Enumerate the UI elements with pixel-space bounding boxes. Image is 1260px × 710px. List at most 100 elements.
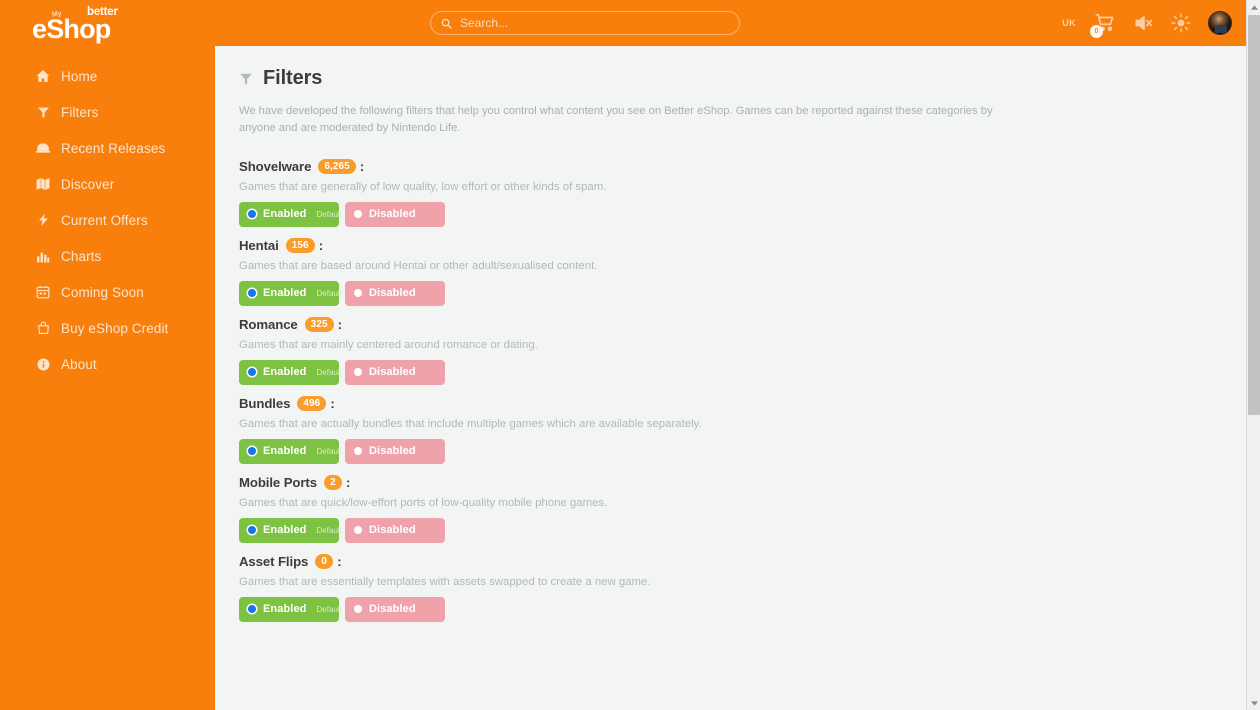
radio-icon bbox=[354, 526, 362, 534]
filter-disabled-button-romance[interactable]: Disabled bbox=[345, 360, 445, 385]
filter-colon: : bbox=[360, 159, 364, 174]
sidebar-item-label: Home bbox=[61, 69, 97, 84]
delivery-box-icon bbox=[36, 141, 50, 155]
scrollbar-thumb[interactable] bbox=[1248, 15, 1260, 415]
radio-icon bbox=[354, 368, 362, 376]
search-input[interactable]: Search... bbox=[430, 11, 740, 35]
filter-disabled-button-asset-flips[interactable]: Disabled bbox=[345, 597, 445, 622]
filter-colon: : bbox=[319, 238, 323, 253]
filter-count-badge: 156 bbox=[286, 238, 315, 253]
radio-icon bbox=[354, 605, 362, 613]
filter-disabled-button-shovelware[interactable]: Disabled bbox=[345, 202, 445, 227]
cart-count-badge: 0 bbox=[1090, 25, 1103, 38]
filter-count-badge: 0 bbox=[315, 554, 333, 569]
info-circle-icon bbox=[36, 357, 50, 371]
sidebar-item-buy-eshop-credit[interactable]: Buy eShop Credit bbox=[0, 310, 215, 346]
sidebar-item-filters[interactable]: Filters bbox=[0, 94, 215, 130]
filter-enabled-button-bundles[interactable]: EnabledDefault bbox=[239, 439, 339, 464]
filter-options: EnabledDefaultDisabled bbox=[239, 281, 1246, 306]
filter-block-hentai: Hentai 156: Games that are based around He… bbox=[239, 238, 1246, 317]
enabled-label: Enabled bbox=[263, 366, 307, 378]
filter-enabled-button-mobile-ports[interactable]: EnabledDefault bbox=[239, 518, 339, 543]
filter-block-romance: Romance325:Games that are mainly centere… bbox=[239, 317, 1246, 396]
sidebar-nav: Home FiltersRecent ReleasesDiscover Curren… bbox=[0, 58, 215, 382]
map-icon bbox=[36, 177, 50, 191]
volume-mute-icon[interactable] bbox=[1134, 14, 1154, 32]
filter-disabled-button-bundles[interactable]: Disabled bbox=[345, 439, 445, 464]
enabled-label: Enabled bbox=[263, 208, 307, 220]
filter-count-badge: 496 bbox=[297, 396, 326, 411]
search-icon bbox=[441, 18, 452, 29]
filter-name: Hentai bbox=[239, 238, 279, 253]
sidebar-item-label: Buy eShop Credit bbox=[61, 321, 168, 336]
sidebar-item-label: About bbox=[61, 357, 97, 372]
filter-description: Games that are based around Hentai or ot… bbox=[239, 260, 1246, 272]
region-selector[interactable]: UK bbox=[1062, 18, 1076, 28]
sidebar-item-charts[interactable]: Charts bbox=[0, 238, 215, 274]
filter-disabled-button-mobile-ports[interactable]: Disabled bbox=[345, 518, 445, 543]
disabled-label: Disabled bbox=[369, 208, 416, 220]
sidebar-item-label: Charts bbox=[61, 249, 101, 264]
filter-options: Enabled DefaultDisabled bbox=[239, 360, 1246, 385]
filter-block-bundles: Bundles496:Games that are actually bundl… bbox=[239, 396, 1246, 475]
filter-heading: Asset Flips0: bbox=[239, 554, 1246, 569]
default-label: Default bbox=[317, 289, 342, 298]
filter-disabled-button-hentai[interactable]: Disabled bbox=[345, 281, 445, 306]
radio-icon bbox=[248, 368, 256, 376]
home-icon bbox=[36, 69, 50, 83]
shopping-cart-button[interactable]: 0 bbox=[1093, 12, 1117, 34]
sun-brightness-icon[interactable] bbox=[1171, 13, 1191, 33]
filter-enabled-button-asset-flips[interactable]: EnabledDefault bbox=[239, 597, 339, 622]
default-label: Default bbox=[317, 210, 342, 219]
filter-enabled-button-shovelware[interactable]: Enabled Default bbox=[239, 202, 339, 227]
sidebar-item-label: Current Offers bbox=[61, 213, 148, 228]
sidebar-item-about[interactable]: About bbox=[0, 346, 215, 382]
sidebar-item-coming-soon[interactable]: Coming Soon bbox=[0, 274, 215, 310]
scroll-up-arrow-icon[interactable] bbox=[1247, 0, 1260, 14]
filter-colon: : bbox=[338, 317, 342, 332]
page-title: Filters bbox=[239, 67, 1246, 90]
filter-funnel-icon bbox=[239, 72, 253, 86]
sidebar-item-recent-releases[interactable]: Recent Releases bbox=[0, 130, 215, 166]
header-actions: UK 0 bbox=[1062, 0, 1232, 46]
filter-description: Games that are quick/low-effort ports of… bbox=[239, 497, 1246, 509]
sidebar-item-discover[interactable]: Discover bbox=[0, 166, 215, 202]
sidebar-item-label: Coming Soon bbox=[61, 285, 144, 300]
user-avatar[interactable] bbox=[1208, 11, 1232, 35]
lightning-bolt-icon bbox=[36, 213, 50, 227]
filters-list: Shovelware6,265:Games that are generally… bbox=[215, 159, 1246, 633]
sidebar-item-current-offers[interactable]: Current Offers bbox=[0, 202, 215, 238]
enabled-label: Enabled bbox=[263, 445, 307, 457]
logo-eshop-text: eShop bbox=[32, 14, 111, 45]
enabled-label: Enabled bbox=[263, 603, 307, 615]
filter-block-mobile-ports: Mobile Ports2:Games that are quick/low-e… bbox=[239, 475, 1246, 554]
radio-icon bbox=[248, 210, 256, 218]
radio-icon bbox=[354, 289, 362, 297]
bar-chart-icon bbox=[36, 249, 50, 263]
filter-description: Games that are actually bundles that inc… bbox=[239, 418, 1246, 430]
vertical-scrollbar[interactable] bbox=[1246, 0, 1260, 710]
app-logo[interactable]: My better eShop bbox=[30, 6, 150, 42]
scroll-down-arrow-icon[interactable] bbox=[1247, 696, 1260, 710]
page-intro-text: We have developed the following filters … bbox=[239, 103, 1029, 138]
default-label: Default bbox=[317, 368, 342, 377]
filter-colon: : bbox=[337, 554, 341, 569]
radio-icon bbox=[248, 526, 256, 534]
disabled-label: Disabled bbox=[369, 445, 416, 457]
enabled-label: Enabled bbox=[263, 524, 307, 536]
filter-description: Games that are essentially templates wit… bbox=[239, 576, 1246, 588]
filter-block-asset-flips: Asset Flips0: Games that are essentially … bbox=[239, 554, 1246, 633]
filter-options: EnabledDefaultDisabled bbox=[239, 597, 1246, 622]
filter-count-badge: 325 bbox=[305, 317, 334, 332]
sidebar-item-home[interactable]: Home bbox=[0, 58, 215, 94]
filter-options: EnabledDefault Disabled bbox=[239, 439, 1246, 464]
filter-enabled-button-romance[interactable]: Enabled Default bbox=[239, 360, 339, 385]
filter-description: Games that are generally of low quality,… bbox=[239, 181, 1246, 193]
radio-icon bbox=[248, 447, 256, 455]
search-placeholder: Search... bbox=[460, 16, 508, 30]
top-header: Search... UK 0 bbox=[215, 0, 1246, 46]
filter-enabled-button-hentai[interactable]: EnabledDefault bbox=[239, 281, 339, 306]
filter-count-badge: 6,265 bbox=[318, 159, 356, 174]
filter-heading: Romance325: bbox=[239, 317, 1246, 332]
radio-icon bbox=[354, 210, 362, 218]
